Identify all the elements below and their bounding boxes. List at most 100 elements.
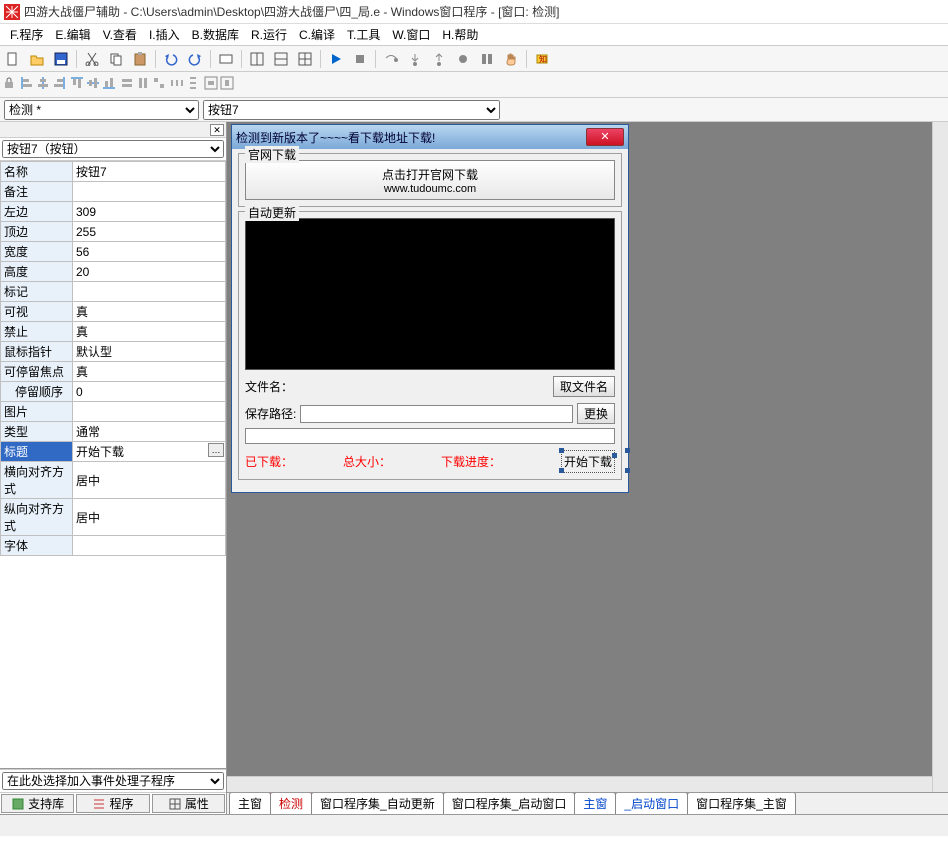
editor-tab[interactable]: 检测 bbox=[270, 792, 312, 814]
property-row[interactable]: 可视真 bbox=[1, 302, 226, 322]
cut-button[interactable] bbox=[81, 48, 103, 70]
property-row[interactable]: 鼠标指针默认型 bbox=[1, 342, 226, 362]
same-size-button[interactable] bbox=[152, 76, 166, 93]
property-row[interactable]: 纵向对齐方式居中 bbox=[1, 499, 226, 536]
breakpoint-button[interactable] bbox=[452, 48, 474, 70]
hand-button[interactable] bbox=[500, 48, 522, 70]
editor-tab[interactable]: 主窗 bbox=[574, 792, 616, 814]
property-row[interactable]: 可停留焦点真 bbox=[1, 362, 226, 382]
sidebar-object-select[interactable]: 按钮7（按钮） bbox=[2, 140, 224, 158]
menu-help[interactable]: H.帮助 bbox=[436, 24, 484, 45]
form-close-button[interactable]: ✕ bbox=[586, 128, 624, 146]
object-combo[interactable]: 按钮7 bbox=[203, 100, 500, 120]
align-bottom-button[interactable] bbox=[102, 76, 116, 93]
event-select[interactable]: 在此处选择加入事件处理子程序 bbox=[2, 772, 224, 790]
menu-compile[interactable]: C.编译 bbox=[293, 24, 341, 45]
lock-button[interactable] bbox=[2, 76, 16, 93]
property-row[interactable]: 左边309 bbox=[1, 202, 226, 222]
property-row[interactable]: 停留顺序0 bbox=[1, 382, 226, 402]
property-row[interactable]: 标记 bbox=[1, 282, 226, 302]
property-row[interactable]: 横向对齐方式居中 bbox=[1, 462, 226, 499]
undo-button[interactable] bbox=[160, 48, 182, 70]
design-form[interactable]: 检测到新版本了~~~~看下载地址下载! ✕ 官网下载 点击打开官网下载 www.… bbox=[231, 124, 629, 493]
editor-tab[interactable]: 窗口程序集_主窗 bbox=[687, 792, 796, 814]
property-value[interactable] bbox=[73, 282, 226, 302]
same-width-button[interactable] bbox=[120, 76, 134, 93]
property-value[interactable]: 真 bbox=[73, 302, 226, 322]
property-value[interactable]: 0 bbox=[73, 382, 226, 402]
sidebar-close-button[interactable]: ✕ bbox=[210, 124, 224, 136]
stepout-button[interactable] bbox=[428, 48, 450, 70]
align-left-button[interactable] bbox=[20, 76, 34, 93]
property-value[interactable] bbox=[73, 402, 226, 422]
menu-window[interactable]: W.窗口 bbox=[386, 24, 436, 45]
align-right-button[interactable] bbox=[52, 76, 66, 93]
stop-button[interactable] bbox=[349, 48, 371, 70]
save-button[interactable] bbox=[50, 48, 72, 70]
property-value[interactable]: 开始下载… bbox=[73, 442, 226, 462]
property-value[interactable]: 255 bbox=[73, 222, 226, 242]
editor-tab[interactable]: _启动窗口 bbox=[615, 792, 688, 814]
menu-database[interactable]: B.数据库 bbox=[186, 24, 245, 45]
knowledge-button[interactable]: 知 bbox=[531, 48, 553, 70]
paste-button[interactable] bbox=[129, 48, 151, 70]
find-button[interactable] bbox=[215, 48, 237, 70]
start-download-button[interactable]: 开始下载 bbox=[561, 450, 615, 473]
property-value[interactable]: 真 bbox=[73, 322, 226, 342]
property-value[interactable]: 真 bbox=[73, 362, 226, 382]
new-button[interactable] bbox=[2, 48, 24, 70]
editor-tab[interactable]: 主窗 bbox=[229, 792, 271, 814]
same-height-button[interactable] bbox=[136, 76, 150, 93]
copy-button[interactable] bbox=[105, 48, 127, 70]
redo-button[interactable] bbox=[184, 48, 206, 70]
menu-edit[interactable]: E.编辑 bbox=[49, 24, 96, 45]
property-value[interactable]: 通常 bbox=[73, 422, 226, 442]
open-button[interactable] bbox=[26, 48, 48, 70]
center-form-v-button[interactable] bbox=[220, 76, 234, 93]
break-all-button[interactable] bbox=[476, 48, 498, 70]
property-value[interactable] bbox=[73, 536, 226, 556]
ellipsis-button[interactable]: … bbox=[208, 443, 224, 457]
center-form-h-button[interactable] bbox=[204, 76, 218, 93]
property-row[interactable]: 宽度56 bbox=[1, 242, 226, 262]
tab-support-lib[interactable]: 支持库 bbox=[1, 794, 74, 813]
property-row[interactable]: 名称按钮7 bbox=[1, 162, 226, 182]
horizontal-scrollbar[interactable] bbox=[227, 776, 932, 792]
layout3-button[interactable] bbox=[294, 48, 316, 70]
open-website-button[interactable]: 点击打开官网下载 www.tudoumc.com bbox=[245, 160, 615, 200]
menu-view[interactable]: V.查看 bbox=[97, 24, 143, 45]
stepover-button[interactable] bbox=[380, 48, 402, 70]
distribute-h-button[interactable] bbox=[170, 76, 184, 93]
layout2-button[interactable] bbox=[270, 48, 292, 70]
property-value[interactable]: 居中 bbox=[73, 462, 226, 499]
run-button[interactable] bbox=[325, 48, 347, 70]
editor-tab[interactable]: 窗口程序集_启动窗口 bbox=[443, 792, 576, 814]
menu-run[interactable]: R.运行 bbox=[245, 24, 293, 45]
property-row[interactable]: 备注 bbox=[1, 182, 226, 202]
align-top-button[interactable] bbox=[70, 76, 84, 93]
stepinto-button[interactable] bbox=[404, 48, 426, 70]
vertical-scrollbar[interactable] bbox=[932, 122, 948, 792]
tab-program[interactable]: 程序 bbox=[76, 794, 149, 813]
menu-program[interactable]: F.程序 bbox=[4, 24, 49, 45]
property-value[interactable]: 20 bbox=[73, 262, 226, 282]
property-value[interactable]: 309 bbox=[73, 202, 226, 222]
tab-property[interactable]: 属性 bbox=[152, 794, 225, 813]
property-value[interactable]: 默认型 bbox=[73, 342, 226, 362]
menu-insert[interactable]: I.插入 bbox=[143, 24, 186, 45]
editor-tab[interactable]: 窗口程序集_自动更新 bbox=[311, 792, 444, 814]
property-row[interactable]: 高度20 bbox=[1, 262, 226, 282]
property-value[interactable]: 居中 bbox=[73, 499, 226, 536]
distribute-v-button[interactable] bbox=[186, 76, 200, 93]
layout1-button[interactable] bbox=[246, 48, 268, 70]
property-row[interactable]: 顶边255 bbox=[1, 222, 226, 242]
property-value[interactable]: 按钮7 bbox=[73, 162, 226, 182]
property-value[interactable]: 56 bbox=[73, 242, 226, 262]
change-path-button[interactable]: 更换 bbox=[577, 403, 615, 424]
align-center-h-button[interactable] bbox=[36, 76, 50, 93]
property-row[interactable]: 标题开始下载… bbox=[1, 442, 226, 462]
property-grid[interactable]: 名称按钮7备注左边309顶边255宽度56高度20标记可视真禁止真鼠标指针默认型… bbox=[0, 161, 226, 769]
property-row[interactable]: 图片 bbox=[1, 402, 226, 422]
menu-tools[interactable]: T.工具 bbox=[341, 24, 386, 45]
savepath-input[interactable] bbox=[300, 405, 573, 423]
